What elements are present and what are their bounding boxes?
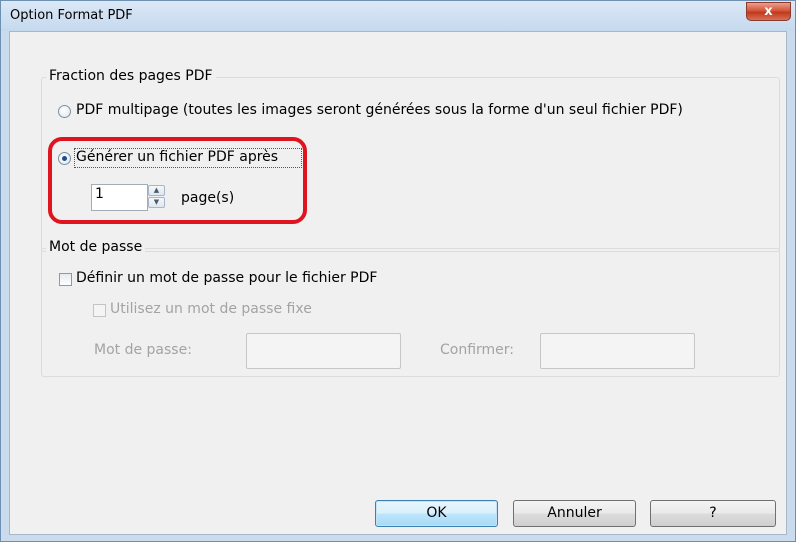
help-button[interactable]: ? — [650, 500, 776, 527]
page-count-value: 1 — [95, 186, 104, 202]
multipage-radio[interactable] — [58, 105, 71, 118]
focus-indicator — [74, 148, 302, 168]
multipage-label[interactable]: PDF multipage (toutes les images seront … — [76, 102, 683, 118]
split-pages-radio[interactable] — [58, 152, 71, 165]
fixed-password-label[interactable]: Utilisez un mot de passe fixe — [110, 301, 312, 317]
pages-group-title: Fraction des pages PDF — [46, 68, 216, 84]
page-unit-label: page(s) — [181, 190, 235, 206]
password-group-title: Mot de passe — [46, 239, 146, 255]
page-count-spinner: ▲ ▼ — [148, 185, 165, 210]
cancel-button[interactable]: Annuler — [513, 500, 636, 527]
set-password-label[interactable]: Définir un mot de passe pour le fichier … — [76, 270, 377, 286]
spin-down-button[interactable]: ▼ — [148, 197, 165, 208]
title-bar[interactable]: Option Format PDF x — [1, 1, 795, 31]
confirm-label: Confirmer: — [440, 342, 515, 358]
password-label: Mot de passe: — [94, 342, 192, 358]
ok-button[interactable]: OK — [375, 500, 498, 527]
close-icon: x — [764, 4, 773, 19]
set-password-checkbox[interactable] — [59, 273, 72, 286]
confirm-password-field[interactable] — [540, 333, 695, 369]
dialog-window: Option Format PDF x Fraction des pages P… — [0, 0, 796, 542]
password-field[interactable] — [246, 333, 401, 369]
dialog-body: Fraction des pages PDF PDF multipage (to… — [9, 31, 787, 535]
fixed-password-checkbox[interactable] — [93, 304, 106, 317]
spin-up-button[interactable]: ▲ — [148, 185, 165, 196]
page-count-input[interactable]: 1 — [91, 184, 148, 211]
close-button[interactable]: x — [746, 2, 791, 21]
window-title: Option Format PDF — [10, 8, 133, 23]
